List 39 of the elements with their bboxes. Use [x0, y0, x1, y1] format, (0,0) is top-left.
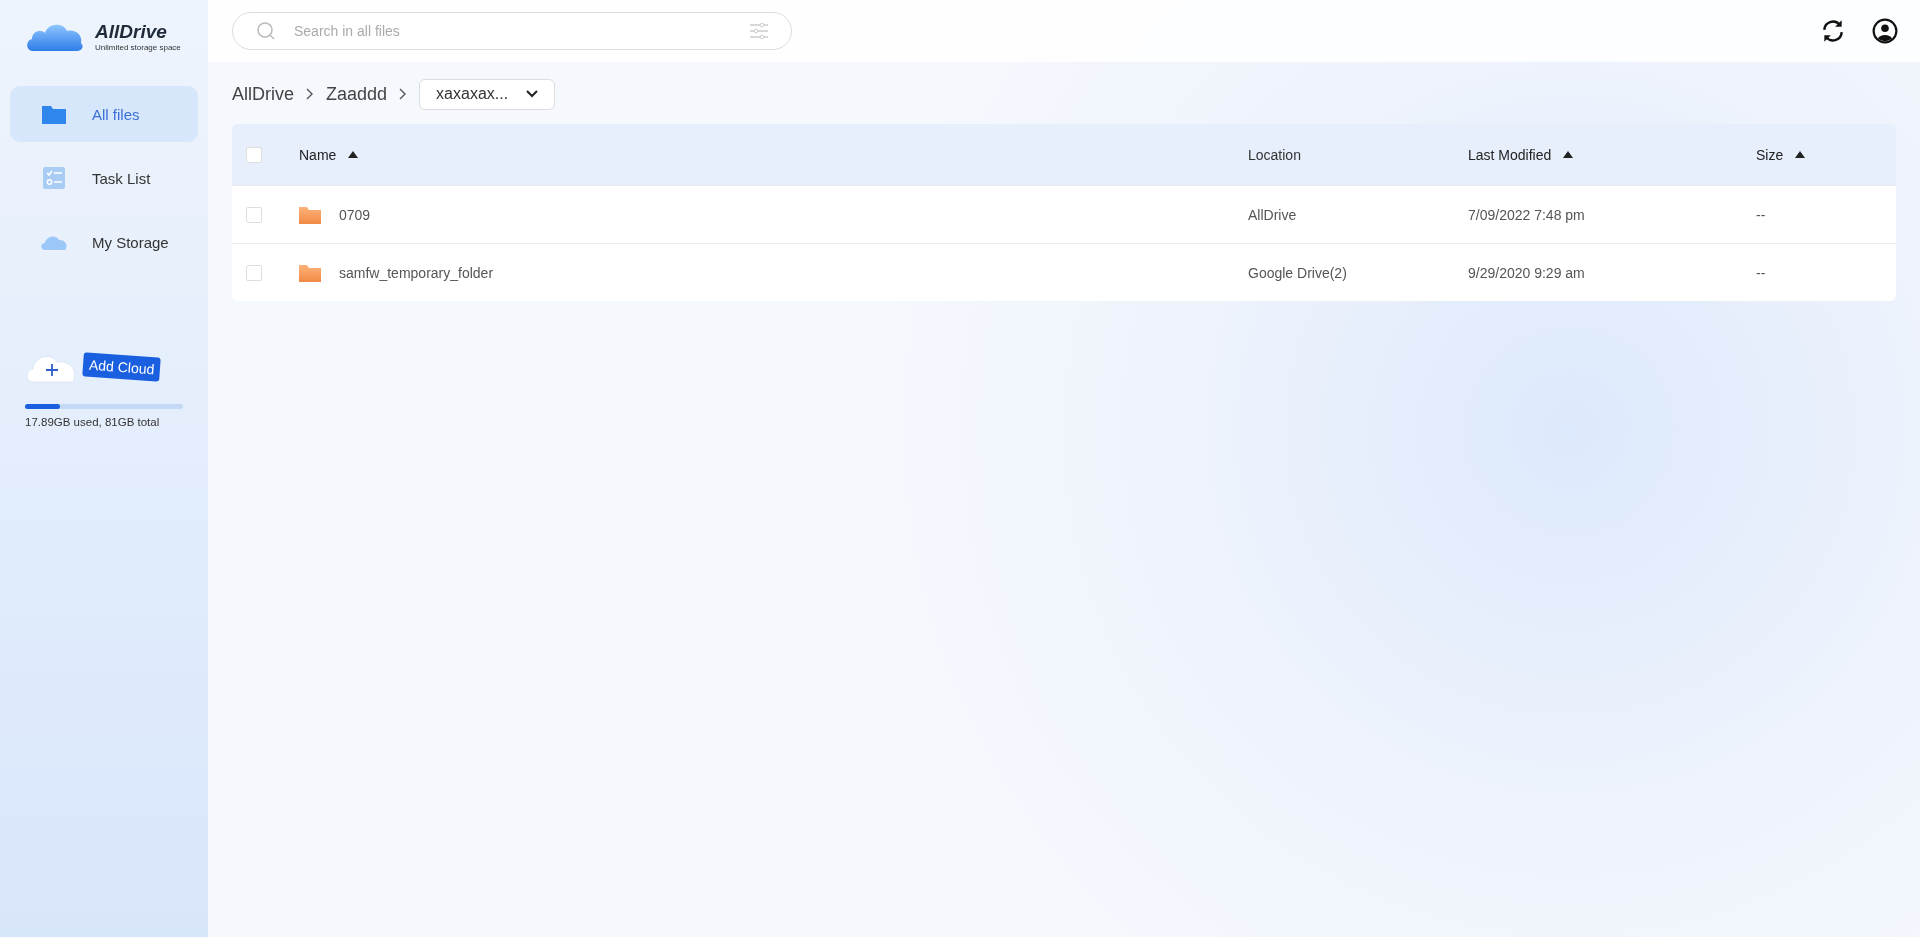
app-name: AllDrive — [95, 20, 168, 43]
file-name[interactable]: samfw_temporary_folder — [339, 264, 494, 281]
add-cloud-button[interactable]: Add Cloud — [82, 352, 162, 382]
checklist-icon — [40, 167, 68, 189]
caret-icon — [526, 90, 539, 98]
column-header[interactable]: Location — [1248, 146, 1301, 163]
file-name[interactable]: 0709 — [339, 206, 371, 223]
table-cell: Google Drive(2) — [1248, 264, 1347, 281]
sort-up-icon[interactable] — [348, 151, 359, 158]
folder-icon — [299, 205, 321, 224]
search-field[interactable]: Search in all files — [232, 12, 792, 50]
folder-icon — [40, 104, 68, 124]
column-header[interactable]: Size — [1756, 146, 1806, 163]
select-all-checkbox[interactable] — [246, 146, 262, 163]
sort-up-icon[interactable] — [1795, 151, 1806, 158]
chevron-right-icon — [306, 88, 314, 100]
breadcrumb-link[interactable]: AllDrive — [232, 83, 294, 105]
table-cell: AllDrive — [1248, 206, 1297, 223]
row-checkbox[interactable] — [246, 206, 262, 223]
user-account-icon[interactable] — [1872, 18, 1898, 44]
column-header[interactable]: Name — [299, 146, 359, 163]
sidebar-item[interactable]: My Storage — [10, 214, 198, 270]
table-cell: 9/29/2020 9:29 am — [1468, 264, 1585, 281]
chevron-right-icon — [399, 88, 408, 100]
row-checkbox[interactable] — [246, 264, 262, 281]
cloud-icon — [40, 234, 68, 250]
storage-usage-text: 17.89GB used, 81GB total — [25, 416, 161, 428]
table-cell: -- — [1756, 264, 1766, 281]
breadcrumb-link[interactable]: Zaaddd — [326, 83, 388, 105]
sidebar-item[interactable]: All files — [10, 86, 198, 142]
breadcrumb-dropdown[interactable]: xaxaxax... — [419, 78, 556, 110]
sort-up-icon[interactable] — [1563, 151, 1574, 158]
app-tagline: Unlimited storage space — [95, 42, 181, 52]
table-cell: -- — [1756, 206, 1766, 223]
folder-icon — [299, 263, 321, 282]
sidebar-item[interactable]: Task List — [10, 150, 198, 206]
table-cell: 7/09/2022 7:48 pm — [1468, 206, 1585, 223]
sync-icon[interactable] — [1820, 18, 1846, 44]
column-header[interactable]: Last Modified — [1468, 146, 1574, 163]
